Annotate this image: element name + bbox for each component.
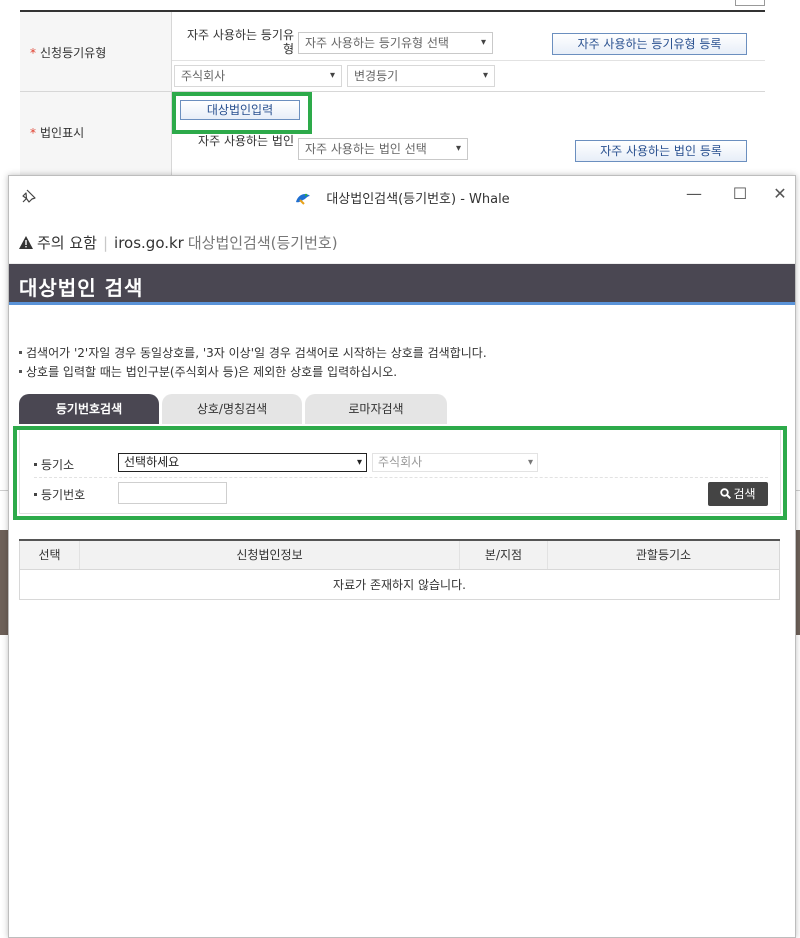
- chevron-down-icon: ▾: [527, 457, 533, 468]
- corner-box[interactable]: [735, 0, 765, 6]
- chevron-down-icon: ▾: [480, 37, 486, 48]
- bullet-icon: [34, 463, 37, 466]
- required-mark: *: [30, 126, 36, 140]
- corp-type-select[interactable]: 주식회사 ▾: [174, 65, 342, 87]
- window-titlebar[interactable]: 대상법인검색(등기번호) - Whale — ☐ ✕: [9, 176, 795, 218]
- registration-number-row: 등기번호 검색: [34, 482, 768, 508]
- search-popup-window: 대상법인검색(등기번호) - Whale — ☐ ✕ 주의 요함 | iros.go…: [8, 175, 796, 938]
- tab-romanization[interactable]: 로마자검색: [305, 394, 447, 424]
- address-bar[interactable]: 주의 요함 | iros.go.kr 대상법인검색(등기번호): [9, 218, 795, 264]
- address-separator: |: [102, 234, 109, 252]
- frequent-corp-select[interactable]: 자주 사용하는 법인 선택 ▾: [298, 138, 468, 160]
- label-cell: * 신청등기유형: [20, 12, 172, 91]
- frequent-corp-label: 자주 사용하는 법인: [198, 134, 294, 148]
- column-header-corporation-info: 신청법인정보: [79, 539, 460, 570]
- empty-message: 자료가 존재하지 않습니다.: [19, 568, 780, 600]
- chevron-down-icon: ▾: [356, 457, 362, 468]
- notice-list: 검색어가 '2'자일 경우 동일상호를, '3자 이상'일 경우 검색어로 시작…: [19, 344, 487, 382]
- required-mark: *: [30, 46, 36, 60]
- bullet-icon: [34, 493, 37, 496]
- registration-number-label: 등기번호: [34, 486, 85, 503]
- tab-trade-name[interactable]: 상호/명칭검색: [162, 394, 302, 424]
- result-table: 선택 신청법인정보 본/지점 관할등기소 자료가 존재하지 않습니다.: [19, 539, 780, 600]
- maximize-button[interactable]: ☐: [725, 182, 755, 206]
- corporation-display-label: * 법인표시: [30, 126, 85, 140]
- column-header-branch: 본/지점: [459, 539, 548, 570]
- chevron-down-icon: ▾: [455, 143, 461, 154]
- notice-item: 검색어가 '2'자일 경우 동일상호를, '3자 이상'일 경우 검색어로 시작…: [19, 344, 487, 363]
- application-type-label: * 신청등기유형: [30, 46, 107, 60]
- registry-office-select[interactable]: 선택하세요 ▾: [118, 453, 367, 472]
- registration-type-select[interactable]: 변경등기 ▾: [347, 65, 495, 87]
- bullet-icon: [19, 351, 22, 354]
- security-warning-text: 주의 요함: [37, 234, 97, 252]
- search-form: 등기소 선택하세요 ▾ 주식회사 ▾ 등기번호 검색: [19, 429, 781, 514]
- registration-number-input[interactable]: [118, 482, 227, 504]
- search-icon: [720, 483, 732, 500]
- address-content: 주의 요함 | iros.go.kr 대상법인검색(등기번호): [19, 232, 338, 253]
- address-page-title: 대상법인검색(등기번호): [187, 234, 338, 252]
- address-domain: iros.go.kr: [114, 234, 184, 252]
- application-type-row: * 신청등기유형 자주 사용하는 등기유형 자주 사용하는 등기유형 선택 ▾ 자주…: [20, 12, 765, 92]
- notice-item: 상호를 입력할 때는 법인구분(주식회사 등)은 제외한 상호를 입력하십시오.: [19, 363, 487, 382]
- label-cell: * 법인표시: [20, 92, 172, 177]
- register-frequent-type-button[interactable]: 자주 사용하는 등기유형 등록: [552, 33, 747, 55]
- column-header-jurisdiction: 관할등기소: [547, 539, 780, 570]
- search-button[interactable]: 검색: [708, 482, 768, 506]
- whale-browser-icon: [294, 190, 312, 206]
- chevron-down-icon: ▾: [329, 70, 335, 81]
- warning-icon: [19, 235, 33, 249]
- window-title: 대상법인검색(등기번호) - Whale: [9, 188, 795, 207]
- tab-registration-number[interactable]: 등기번호검색: [19, 394, 159, 424]
- office-row: 등기소 선택하세요 ▾ 주식회사 ▾: [34, 452, 768, 478]
- close-button[interactable]: ✕: [765, 182, 795, 206]
- office-label: 등기소: [34, 456, 74, 473]
- frequent-type-select[interactable]: 자주 사용하는 등기유형 선택 ▾: [298, 32, 493, 54]
- minimize-button[interactable]: —: [679, 182, 709, 206]
- divider-line: [0, 490, 8, 491]
- bullet-icon: [19, 370, 22, 373]
- chevron-down-icon: ▾: [482, 70, 488, 81]
- page-header: 대상법인 검색: [9, 264, 795, 305]
- footer-band-left: [0, 530, 8, 635]
- register-frequent-corp-button[interactable]: 자주 사용하는 법인 등록: [575, 140, 747, 162]
- corp-type-select[interactable]: 주식회사 ▾: [372, 453, 538, 472]
- table-header-row: 선택 신청법인정보 본/지점 관할등기소: [19, 539, 780, 570]
- page-title: 대상법인 검색: [19, 276, 144, 300]
- frequent-type-label: 자주 사용하는 등기유형: [187, 28, 294, 56]
- table-row: 자료가 존재하지 않습니다.: [19, 568, 780, 600]
- column-header-select: 선택: [19, 539, 80, 570]
- row-divider: [172, 60, 765, 61]
- highlight-box-input-button: [172, 92, 312, 134]
- corporation-display-row: * 법인표시 대상법인입력 자주 사용하는 법인 자주 사용하는 법인 선택 ▾ 자…: [20, 92, 765, 178]
